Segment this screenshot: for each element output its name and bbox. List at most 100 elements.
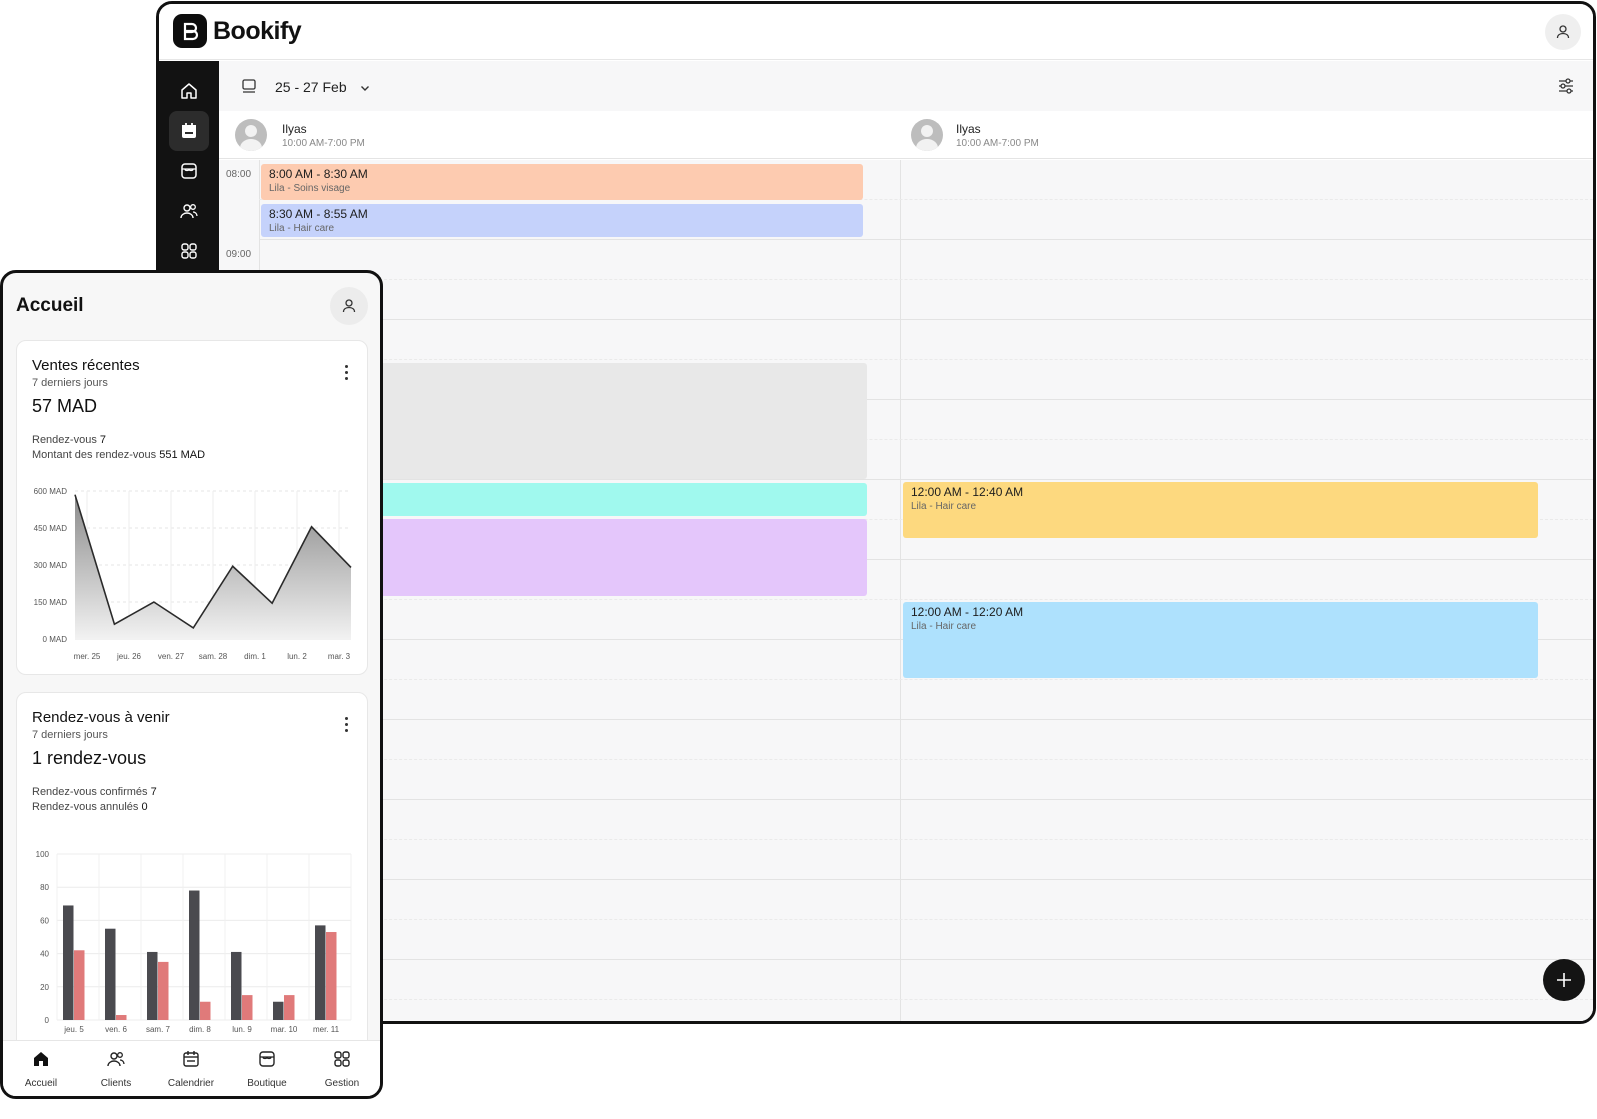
y-tick-label: 40 <box>40 950 49 959</box>
nav-item-home[interactable]: Accueil <box>6 1049 76 1091</box>
stat-line: Montant des rendez-vous 551 MAD <box>32 449 205 461</box>
y-tick-label: 100 <box>36 850 50 859</box>
user-icon <box>342 299 356 313</box>
sidebar-item-calendar[interactable] <box>169 111 209 151</box>
recent-sales-card: Ventes récentes 7 derniers jours 57 MAD … <box>16 340 368 675</box>
y-tick-label: 600 MAD <box>34 487 68 496</box>
y-tick-label: 0 <box>45 1016 50 1025</box>
upcoming-total: 1 rendez-vous <box>32 748 147 768</box>
grid-line <box>259 799 1593 800</box>
x-tick-label: ven. 6 <box>105 1025 127 1034</box>
x-tick-label: mer. 11 <box>313 1025 340 1034</box>
bar <box>200 1001 211 1020</box>
nav-label: Gestion <box>324 1078 360 1089</box>
x-tick-label: ven. 27 <box>158 652 185 661</box>
x-tick-label: jeu. 5 <box>63 1025 84 1034</box>
nav-label: Accueil <box>24 1078 58 1089</box>
more-options-icon[interactable] <box>345 717 349 733</box>
appointment-card[interactable]: 12:00 AM - 12:20 AM Lila - Hair care <box>903 602 1538 678</box>
x-tick-label: dim. 1 <box>244 652 266 661</box>
stat-value: 7 <box>150 786 157 798</box>
sidebar-item-management[interactable] <box>169 231 209 271</box>
date-range-label[interactable]: 25 - 27 Feb <box>275 79 347 95</box>
date-range-dropdown[interactable] <box>359 81 371 99</box>
x-tick-label: lun. 2 <box>287 652 307 661</box>
y-tick-label: 450 MAD <box>34 524 68 533</box>
resource-name: Ilyas <box>282 121 307 136</box>
grid-line <box>259 759 1593 760</box>
x-tick-label: mer. 25 <box>74 652 101 661</box>
bar <box>189 890 200 1020</box>
grid-line <box>259 279 1593 280</box>
appointment-card[interactable]: 8:30 AM - 8:55 AM Lila - Hair care <box>261 204 863 237</box>
avatar <box>235 119 267 151</box>
resource-column-1[interactable]: Ilyas 10:00 AM-7:00 PM <box>235 111 365 159</box>
filter-button[interactable] <box>1557 77 1575 100</box>
user-icon <box>1556 25 1570 39</box>
appointments-bar-chart: 0 20 40 60 80 100 jeu. 5 ven. 6 sam. 7 dim. 8 lun.… <box>36 850 352 1034</box>
appointment-card[interactable]: 12:00 AM - 12:40 AM Lila - Hair care <box>903 482 1538 538</box>
stat-label: Rendez-vous confirmés <box>32 786 148 798</box>
bookify-logo-icon <box>173 14 207 48</box>
nav-item-management[interactable]: Gestion <box>307 1049 377 1091</box>
shop-icon <box>181 163 197 179</box>
sales-area-chart: 0 MAD 150 MAD 300 MAD 450 MAD 600 MAD mer. 25… <box>34 487 352 661</box>
view-toggle-button[interactable] <box>241 78 257 99</box>
app-name: Bookify <box>213 16 302 45</box>
stat-value: 0 <box>141 801 148 813</box>
hour-label: 08:00 <box>226 169 252 180</box>
resource-hours: 10:00 AM-7:00 PM <box>956 137 1039 149</box>
calendar-icon <box>183 1051 199 1067</box>
nav-label: Clients <box>100 1078 132 1089</box>
profile-button[interactable] <box>330 287 368 325</box>
y-tick-label: 300 MAD <box>34 561 68 570</box>
calendar-icon <box>182 123 196 138</box>
appointment-time: 12:00 AM - 12:20 AM <box>911 605 1024 619</box>
resource-column-2[interactable]: Ilyas 10:00 AM-7:00 PM <box>911 111 1039 159</box>
grid-line <box>259 839 1593 840</box>
bottom-navigation: Accueil Clients Calendrier Boutique Gest… <box>3 1040 380 1096</box>
sidebar-item-home[interactable] <box>169 71 209 111</box>
card-title: Rendez-vous à venir <box>32 709 170 726</box>
appointment-detail: Lila - Hair care <box>269 223 335 234</box>
bar <box>63 905 74 1020</box>
column-divider <box>900 160 901 1021</box>
nav-item-clients[interactable]: Clients <box>81 1049 151 1091</box>
appointment-detail: Lila - Hair care <box>911 501 977 512</box>
bar <box>158 961 169 1020</box>
stat-line: Rendez-vous confirmés 7 <box>32 786 157 798</box>
calendar-grid[interactable]: 08:00 09:00 8:00 AM - 8:30 AM Lila - Soi… <box>219 160 1593 1021</box>
profile-button[interactable] <box>1545 14 1581 50</box>
x-tick-label: dim. 8 <box>189 1025 211 1034</box>
card-period: 7 derniers jours <box>32 377 108 389</box>
grid-line <box>259 999 1593 1000</box>
x-tick-label: mar. 10 <box>271 1025 298 1034</box>
nav-item-calendar[interactable]: Calendrier <box>156 1049 226 1091</box>
home-icon <box>34 1052 48 1066</box>
grid-line <box>259 879 1593 880</box>
mobile-app-window: Accueil Ventes récentes 7 derniers jours… <box>0 270 383 1099</box>
x-tick-label: jeu. 26 <box>116 652 142 661</box>
y-tick-label: 20 <box>40 983 49 992</box>
shop-icon <box>259 1051 275 1067</box>
bar <box>326 932 337 1020</box>
grid-line <box>259 599 1593 600</box>
y-tick-label: 0 MAD <box>43 635 68 644</box>
card-period: 7 derniers jours <box>32 729 108 741</box>
sliders-icon <box>1559 78 1573 94</box>
nav-item-shop[interactable]: Boutique <box>232 1049 302 1091</box>
appointment-card[interactable]: 8:00 AM - 8:30 AM Lila - Soins visage <box>261 164 863 200</box>
sidebar-item-shop[interactable] <box>169 151 209 191</box>
add-appointment-button[interactable] <box>1543 959 1585 1001</box>
bar <box>231 951 242 1020</box>
x-tick-label: mar. 3 <box>328 652 351 661</box>
grid-line <box>259 919 1593 920</box>
sidebar-item-clients[interactable] <box>169 191 209 231</box>
bar <box>315 925 326 1020</box>
app-logo[interactable]: Bookify <box>173 14 302 48</box>
sales-total: 57 MAD <box>32 396 98 416</box>
top-header: Bookify <box>159 4 1593 60</box>
view-icon <box>242 79 256 93</box>
grid-line <box>259 359 1593 360</box>
more-options-icon[interactable] <box>345 365 349 381</box>
